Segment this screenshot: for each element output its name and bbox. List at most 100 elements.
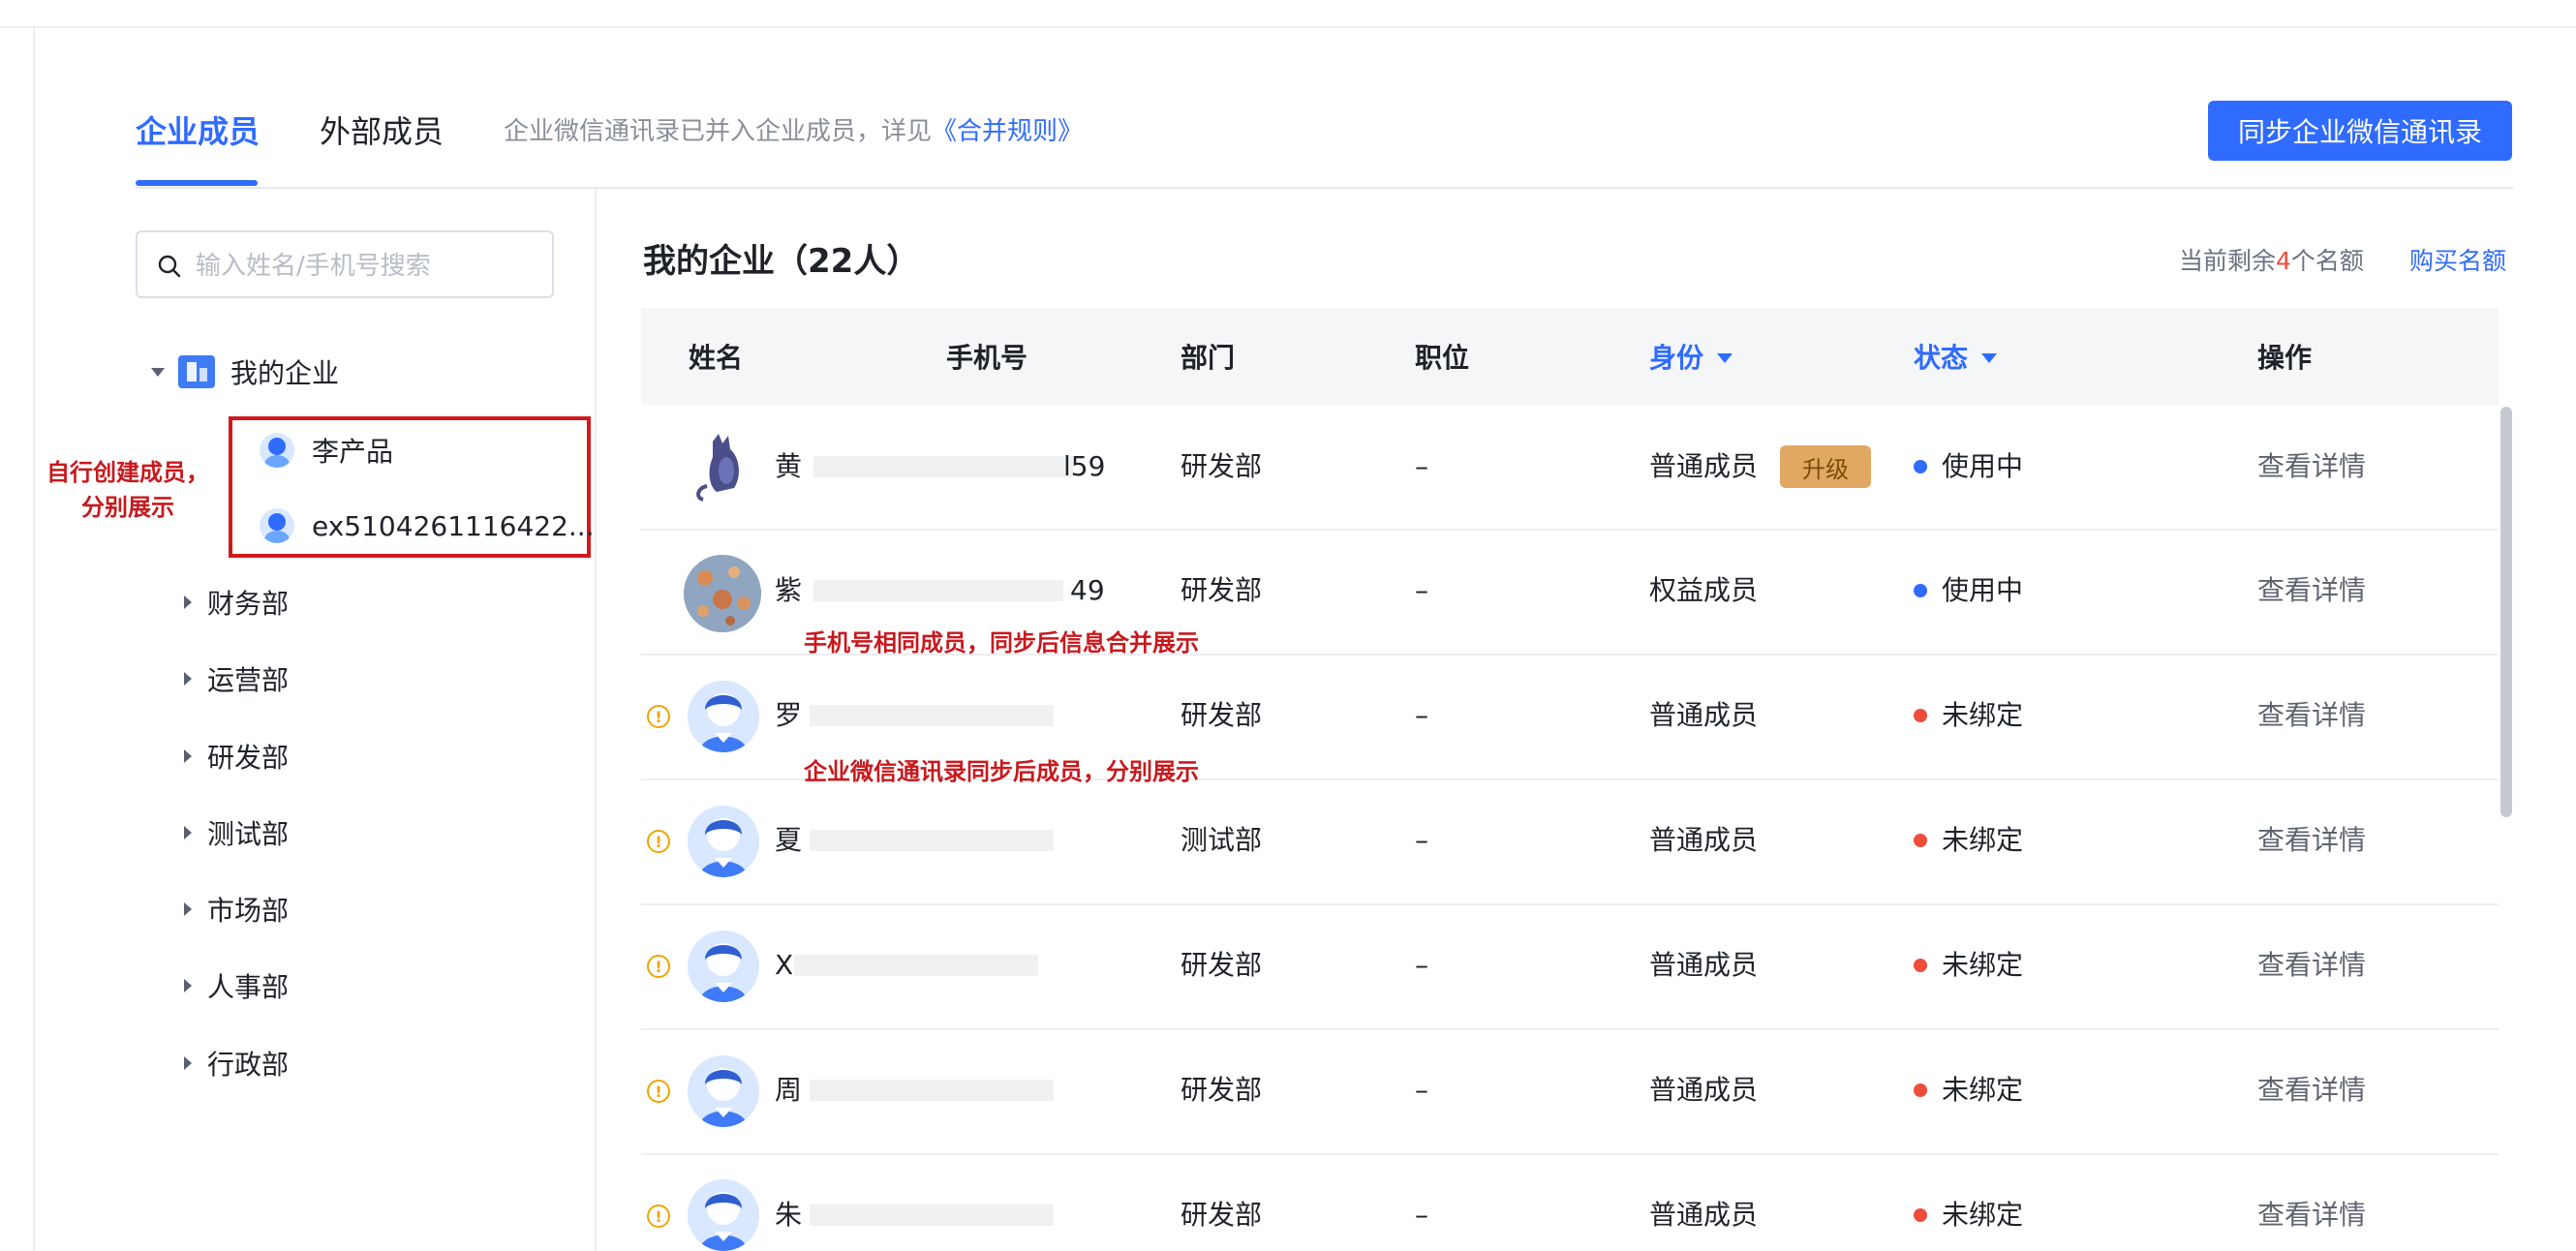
tree-root-my-enterprise[interactable]: 我的企业 (151, 352, 339, 391)
default-avatar (688, 806, 759, 877)
member-role: 普通成员 (1649, 699, 1759, 731)
active-tab-indicator (136, 180, 258, 186)
merge-note-text: 企业微信通讯录已并入企业成员，详见 (504, 117, 933, 146)
column-header-actions: 操作 (2257, 342, 2313, 374)
redacted-block (810, 830, 1054, 851)
upgrade-button[interactable]: 升级 (1780, 445, 1871, 488)
status-dot (1914, 959, 1927, 972)
warning-icon[interactable]: ! (647, 955, 670, 978)
warning-icon[interactable]: ! (647, 1205, 670, 1228)
view-details-link[interactable]: 查看详情 (2257, 447, 2366, 486)
status-dot (1914, 584, 1927, 597)
merge-rules-link[interactable]: 《合并规则》 (932, 117, 1083, 146)
tab-external-members[interactable]: 外部成员 (320, 110, 444, 153)
warning-icon[interactable]: ! (647, 705, 670, 728)
member-role: 普通成员 (1649, 450, 1759, 482)
default-avatar (688, 931, 759, 1002)
member-name: 周 (775, 1074, 803, 1106)
member-department: 研发部 (1181, 1199, 1263, 1231)
caret-down-icon (1717, 353, 1733, 363)
search-icon (158, 255, 181, 278)
member-name: 朱 (775, 1199, 803, 1231)
view-details-link[interactable]: 查看详情 (2257, 821, 2366, 860)
view-details-link[interactable]: 查看详情 (2257, 946, 2366, 985)
table-row: 黄 l59 研发部 – 普通成员 升级 使用中 查看详情 (0, 405, 2576, 529)
member-status: 未绑定 (1942, 699, 2024, 731)
top-divider (0, 26, 2576, 28)
member-department: 研发部 (1181, 450, 1263, 482)
redacted-block (813, 456, 1073, 477)
view-details-link[interactable]: 查看详情 (2257, 571, 2366, 610)
member-phone: l59 (1063, 450, 1106, 482)
status-dot (1914, 709, 1927, 722)
merge-note: 企业微信通讯录已并入企业成员，详见《合并规则》 (504, 114, 1083, 149)
member-name: 紫 (775, 574, 803, 606)
member-status: 使用中 (1942, 450, 2024, 482)
member-name: 黄 (775, 450, 803, 482)
redacted-block (813, 580, 1063, 601)
member-name: 夏 (775, 824, 803, 856)
table-row: 紫 49 研发部 – 权益成员 使用中 查看详情 (0, 529, 2576, 654)
status-dot (1914, 460, 1927, 473)
member-department: 测试部 (1181, 824, 1263, 856)
warning-icon[interactable]: ! (647, 1080, 670, 1103)
member-status: 使用中 (1942, 574, 2024, 606)
member-role: 普通成员 (1649, 949, 1759, 981)
status-dot (1914, 1083, 1927, 1097)
tab-enterprise-members[interactable]: 企业成员 (136, 110, 260, 153)
default-avatar (688, 681, 759, 752)
status-dot (1914, 1208, 1927, 1222)
default-avatar (688, 1179, 759, 1251)
caret-down-icon (1981, 353, 1998, 363)
view-details-link[interactable]: 查看详情 (2257, 1196, 2366, 1235)
buy-quota-link[interactable]: 购买名额 (2409, 244, 2506, 279)
member-department: 研发部 (1181, 949, 1263, 981)
column-header-role-filter[interactable]: 身份 (1649, 339, 1733, 378)
member-role: 普通成员 (1649, 1199, 1759, 1231)
table-row: ! 罗 研发部 – 普通成员 未绑定 查看详情 (0, 654, 2576, 778)
status-dot (1914, 834, 1927, 847)
member-department: 研发部 (1181, 1074, 1263, 1106)
member-photo (684, 555, 761, 632)
table-row: ! 周 研发部 – 普通成员 未绑定 查看详情 (0, 1028, 2576, 1153)
table-row: ! 朱 研发部 – 普通成员 未绑定 查看详情 (0, 1153, 2576, 1251)
column-header-status: 状态 (1914, 342, 1969, 374)
redacted-block (810, 1205, 1054, 1226)
quota-suffix: 个名额 (2290, 247, 2364, 275)
caret-down-icon[interactable] (151, 367, 165, 377)
redacted-block (810, 705, 1054, 726)
member-status: 未绑定 (1942, 949, 2024, 981)
column-header-role: 身份 (1649, 342, 1704, 374)
column-header-name: 姓名 (689, 342, 744, 374)
member-status: 未绑定 (1942, 1074, 2024, 1106)
view-details-link[interactable]: 查看详情 (2257, 1071, 2366, 1110)
search-box[interactable] (136, 230, 554, 298)
quota-prefix: 当前剩余 (2179, 247, 2277, 275)
member-photo (684, 428, 759, 503)
member-position: – (1415, 949, 1428, 981)
member-department: 研发部 (1181, 574, 1263, 606)
search-input[interactable] (194, 244, 546, 289)
quota-info: 当前剩余4个名额 (2179, 244, 2364, 279)
table-row: ! X 研发部 – 普通成员 未绑定 查看详情 (0, 903, 2576, 1028)
member-role: 普通成员 (1649, 1074, 1759, 1106)
member-position: – (1415, 824, 1428, 856)
table-scrollbar-thumb[interactable] (2500, 407, 2512, 817)
column-header-department: 部门 (1181, 342, 1236, 374)
member-position: – (1415, 574, 1428, 606)
default-avatar (688, 1055, 759, 1127)
tree-root-label: 我的企业 (230, 357, 340, 389)
member-role: 普通成员 (1649, 824, 1759, 856)
column-header-status-filter[interactable]: 状态 (1914, 339, 1998, 378)
member-name: X (775, 949, 794, 981)
member-phone: 49 (1070, 574, 1105, 606)
sync-wecom-contacts-button[interactable]: 同步企业微信通讯录 (2208, 101, 2512, 161)
member-position: – (1415, 699, 1428, 731)
warning-icon[interactable]: ! (647, 830, 670, 853)
view-details-link[interactable]: 查看详情 (2257, 696, 2366, 735)
quota-count: 4 (2276, 247, 2291, 275)
member-position: – (1415, 450, 1428, 482)
redacted-block (810, 1080, 1054, 1101)
column-header-phone: 手机号 (946, 342, 1028, 374)
member-name: 罗 (775, 699, 803, 731)
